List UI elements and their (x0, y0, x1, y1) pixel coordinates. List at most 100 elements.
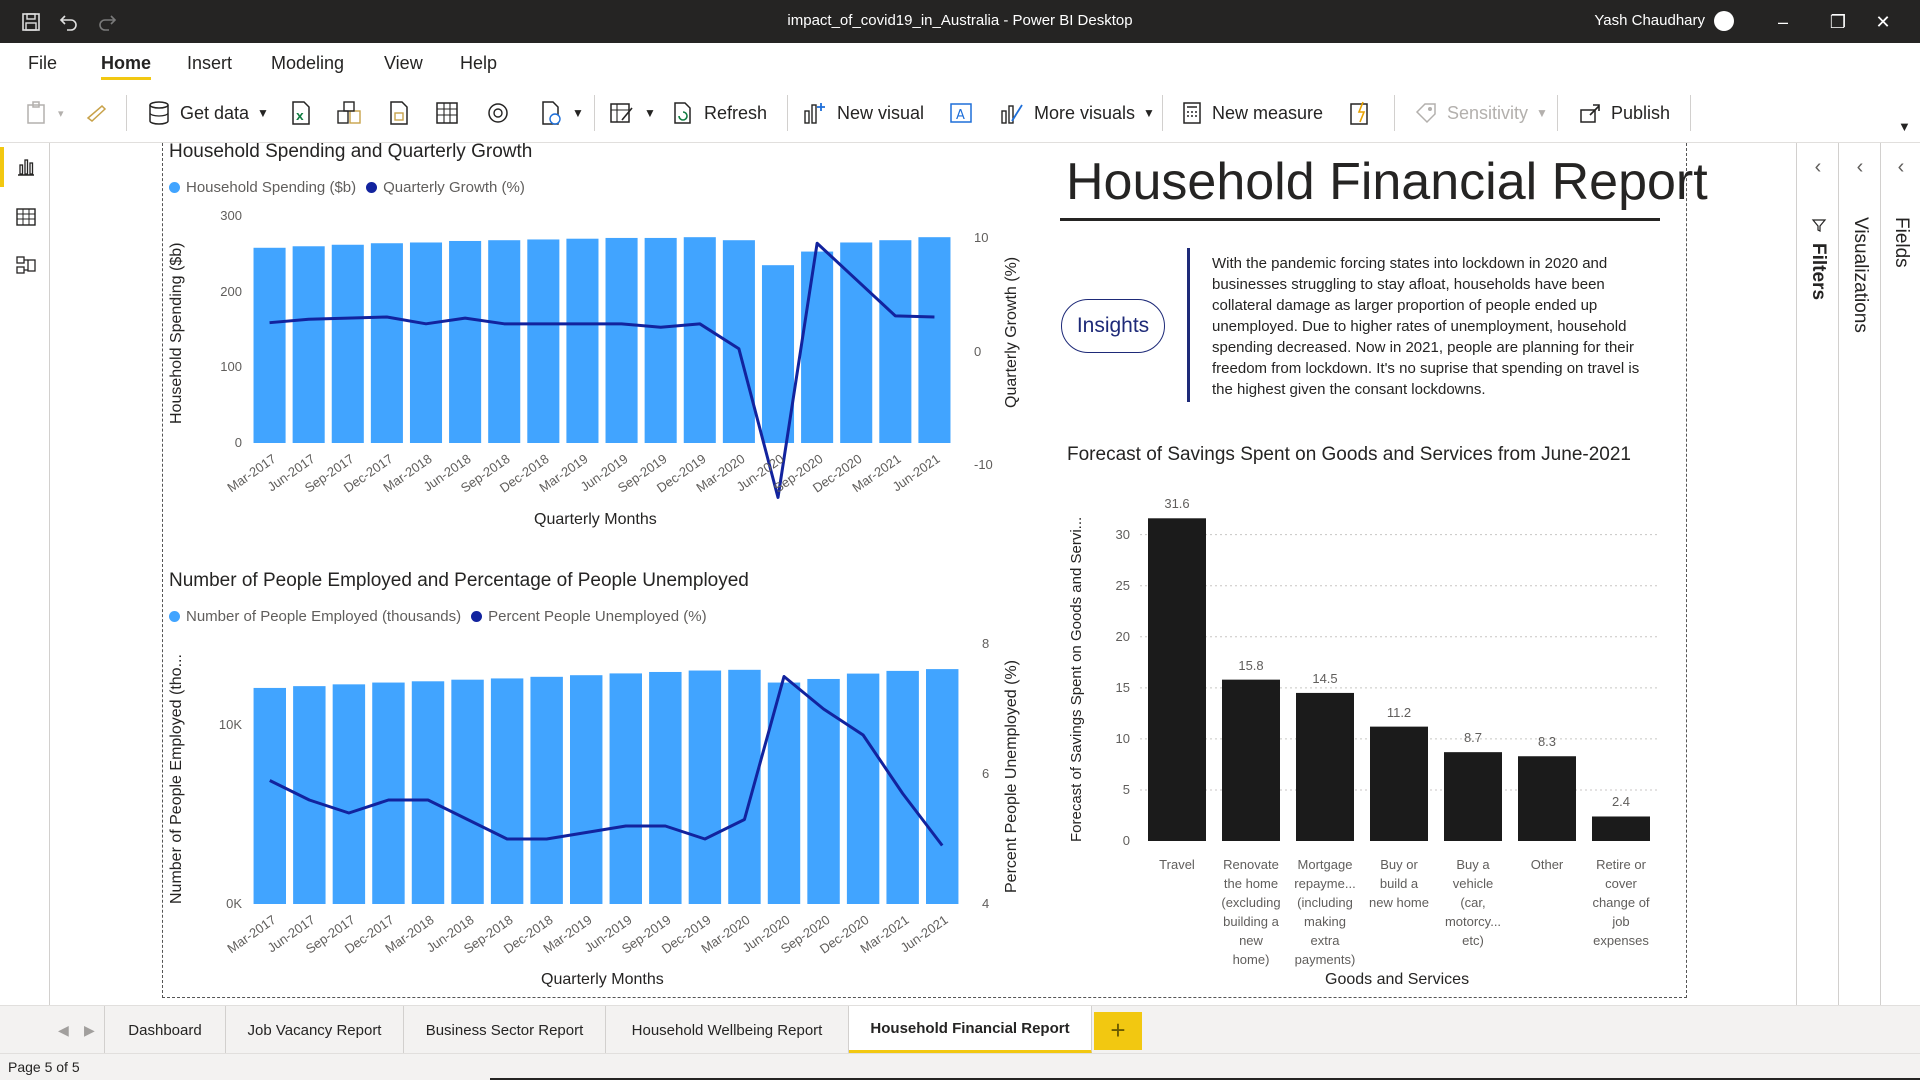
chart2-legend-employed: Number of People Employed (thousands) (186, 608, 462, 625)
legend-dot (169, 182, 180, 193)
ribbon-collapse-icon[interactable]: ▼ (1898, 119, 1911, 134)
tab-file[interactable]: File (28, 53, 57, 74)
category-label-line: payments) (1294, 952, 1356, 967)
active-view-indicator (0, 147, 4, 187)
title-rule (1060, 218, 1660, 221)
add-page-button[interactable]: + (1094, 1012, 1142, 1050)
page-tab-household-wellbeing[interactable]: Household Wellbeing Report (606, 1006, 849, 1054)
chart1-y2-axis-title: Quarterly Growth (%) (1003, 256, 1020, 408)
close-icon[interactable]: ✕ (1868, 8, 1898, 36)
fields-pane[interactable]: ‹ Fields (1880, 143, 1920, 1005)
tab-help[interactable]: Help (460, 53, 497, 74)
category-label-line: Renovate (1223, 857, 1279, 872)
category-label-line: new (1239, 933, 1263, 948)
tab-home[interactable]: Home (101, 53, 151, 74)
category-label-line: extra (1310, 933, 1340, 948)
y-tick-label: 0K (226, 896, 242, 911)
avatar[interactable] (1714, 11, 1734, 31)
insights-button[interactable]: Insights (1061, 299, 1165, 353)
dataflow-button[interactable] (386, 95, 412, 131)
page-tabs-bar: ◀ ▶ Dashboard Job Vacancy Report Busines… (0, 1005, 1920, 1054)
tab-modeling[interactable]: Modeling (271, 53, 344, 74)
tab-next-icon[interactable]: ▶ (84, 1022, 95, 1039)
dataverse-icon (488, 103, 508, 123)
data-label: 31.6 (1164, 496, 1190, 512)
chart3-plot[interactable] (0, 0, 1658, 841)
chevron-left-icon[interactable]: ‹ (1850, 157, 1870, 177)
category-label: Mortgage repayme... (including making extra p… (1290, 855, 1360, 969)
get-data-button[interactable]: Get data ▼ (146, 95, 269, 131)
bar-3 (331, 244, 364, 443)
data-view-icon[interactable] (14, 205, 38, 229)
data-label: 15.8 (1238, 657, 1264, 673)
publish-button[interactable]: Publish (1577, 95, 1670, 131)
y2-tick-label: -10 (974, 457, 993, 472)
chevron-down-icon: ▼ (1536, 106, 1548, 120)
page-tab-dashboard[interactable]: Dashboard (104, 1006, 226, 1054)
new-measure-button[interactable]: New measure (1180, 95, 1323, 131)
excel-button[interactable]: X (288, 95, 314, 131)
ribbon-separator (1690, 95, 1691, 131)
report-view-icon[interactable] (14, 155, 38, 179)
sensitivity-button[interactable]: Sensitivity ▼ (1413, 95, 1548, 131)
dataset-button[interactable] (335, 95, 363, 131)
bar-16 (840, 242, 873, 443)
minimize-icon[interactable]: – (1768, 8, 1798, 36)
chevron-down-icon: ▼ (1143, 106, 1155, 120)
powerbi-window: impact_of_covid19_in_Australia - Power B… (0, 0, 1920, 1080)
category-label: Buy or build a new home (1364, 855, 1434, 912)
y-tick-label: 25 (1115, 577, 1130, 593)
chart2-title: Number of People Employed and Percentage… (169, 570, 749, 591)
tab-insert[interactable]: Insert (187, 53, 232, 74)
y-tick-label: 0 (234, 435, 242, 450)
category-label-line: home) (1232, 952, 1270, 967)
enter-data-button[interactable] (434, 95, 460, 131)
bar-9 (566, 238, 599, 443)
text-box-button[interactable]: A (948, 95, 974, 131)
chevron-left-icon[interactable]: ‹ (1808, 157, 1828, 177)
page-tab-household-financial[interactable]: Household Financial Report (849, 1006, 1092, 1054)
chart2-legend-unemployed: Percent People Unemployed (%) (488, 608, 707, 625)
category-label-line: Other (1530, 857, 1564, 872)
model-view-icon[interactable] (14, 253, 38, 277)
view-rail (0, 143, 50, 1005)
y2-tick-label: 4 (982, 896, 990, 911)
data-label: 8.3 (1537, 734, 1557, 750)
column-6 (1518, 756, 1576, 841)
restore-icon[interactable]: ❐ (1823, 8, 1853, 36)
data-label: 14.5 (1312, 670, 1338, 686)
filters-pane[interactable]: ‹ Filters (1796, 143, 1838, 1005)
bar-10 (609, 673, 642, 904)
document-icon (390, 101, 408, 125)
chevron-down-icon: ▼ (257, 106, 269, 120)
chart1-legend[interactable]: Household Spending ($b) Quarterly Growth… (169, 179, 525, 196)
paste-button[interactable]: ▾ (24, 95, 64, 131)
category-label: Travel (1142, 855, 1212, 874)
transform-data-button[interactable]: ▼ (608, 95, 656, 131)
bar-8 (527, 239, 560, 443)
chevron-left-icon[interactable]: ‹ (1891, 157, 1911, 177)
page-tab-job-vacancy[interactable]: Job Vacancy Report (226, 1006, 404, 1054)
clipboard-icon (27, 101, 45, 124)
more-visuals-button[interactable]: More visuals ▼ (998, 95, 1155, 131)
tab-prev-icon[interactable]: ◀ (58, 1022, 69, 1039)
recent-sources-button[interactable]: ▼ (538, 95, 584, 131)
dataverse-button[interactable] (485, 95, 511, 131)
get-data-label: Get data (180, 102, 250, 123)
user-name[interactable]: Yash Chaudhary (1594, 12, 1705, 29)
chart2-legend[interactable]: Number of People Employed (thousands) Pe… (169, 608, 707, 625)
quick-measure-button[interactable] (1347, 95, 1373, 131)
insight-text: With the pandemic forcing states into lo… (1212, 255, 1640, 398)
page-tab-business-sector[interactable]: Business Sector Report (404, 1006, 606, 1054)
tab-view[interactable]: View (384, 53, 423, 74)
data-label: 8.7 (1463, 730, 1483, 746)
new-visual-button[interactable]: New visual (801, 95, 924, 131)
visualizations-pane[interactable]: ‹ Visualizations (1838, 143, 1880, 1005)
refresh-button[interactable]: Refresh (670, 95, 767, 131)
bar-4 (372, 682, 405, 904)
category-label: Renovate the home (excluding building a new h… (1216, 855, 1286, 969)
page-indicator: Page 5 of 5 (8, 1059, 80, 1075)
format-painter-button[interactable] (84, 95, 110, 131)
bar-7 (488, 240, 521, 443)
filters-label: Filters (1808, 243, 1829, 301)
